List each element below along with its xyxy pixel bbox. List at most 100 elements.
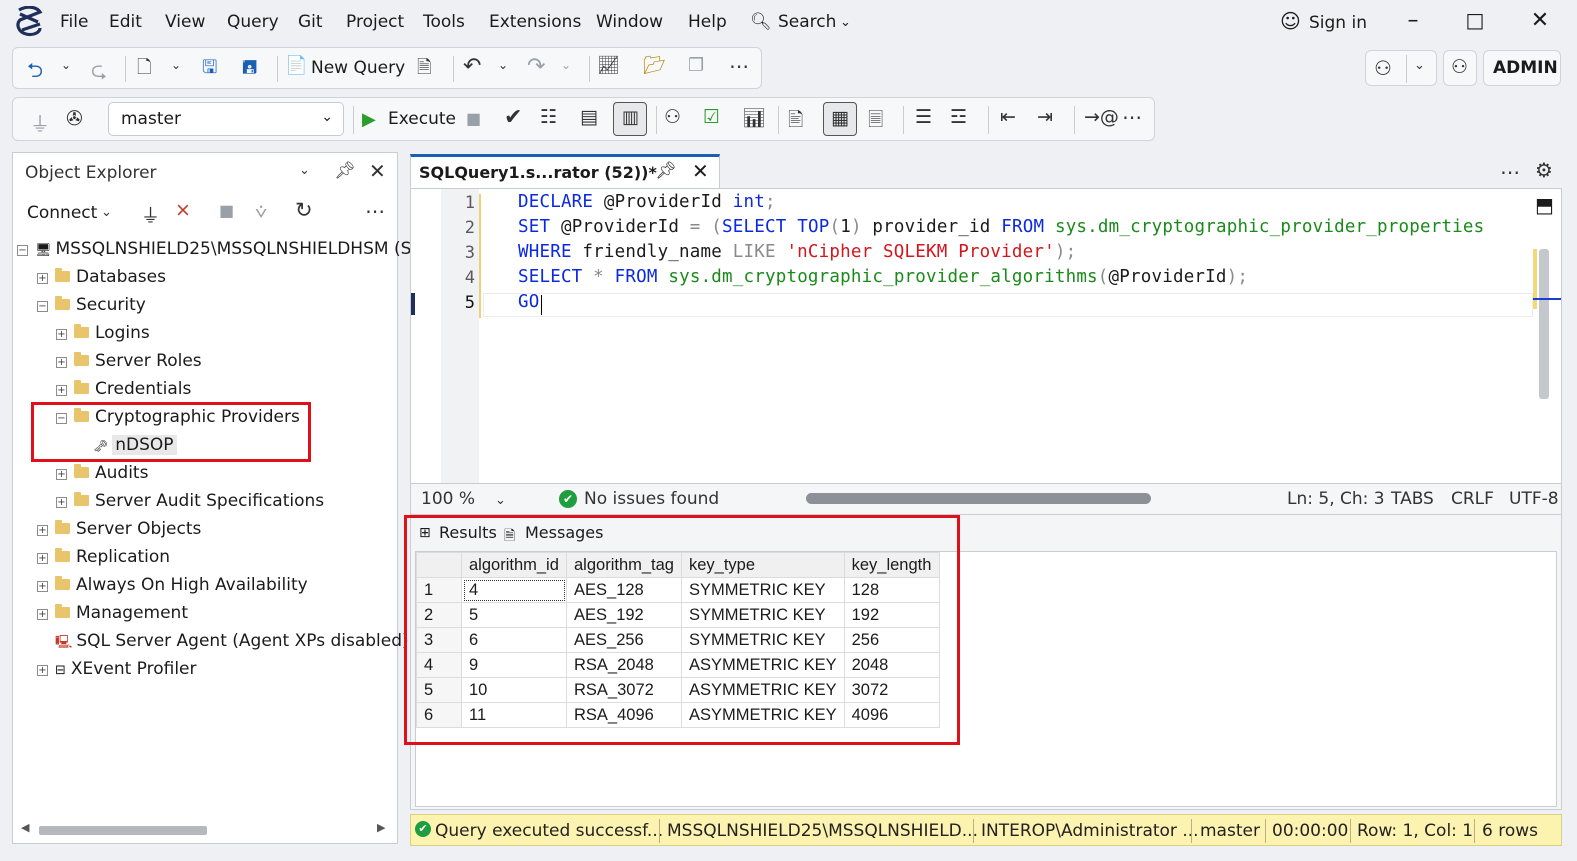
undo-icon[interactable]: ↶	[463, 54, 481, 79]
results-to-grid-toggle[interactable]: ▦	[823, 102, 857, 136]
disconnect-icon[interactable]: ⨯	[175, 199, 191, 221]
code-line-2[interactable]: SET @ProviderId = (SELECT TOP(1) provide…	[518, 217, 1528, 237]
search-label[interactable]: Search	[778, 12, 836, 32]
expand-icon[interactable]: +	[37, 273, 48, 284]
close-window-icon[interactable]: ✕	[1525, 8, 1555, 33]
search-icon[interactable]: 🔍︎	[750, 12, 772, 32]
zoom-chevron-icon[interactable]: ⌄	[495, 493, 506, 508]
menu-extensions[interactable]: Extensions	[489, 12, 581, 32]
code-line-4[interactable]: SELECT * FROM sys.dm_cryptographic_provi…	[518, 267, 1528, 287]
back-icon[interactable]: ⮌	[27, 56, 43, 90]
expand-icon[interactable]: +	[56, 469, 67, 480]
client-statistics-icon[interactable]: ☑	[703, 106, 720, 128]
toolbar2-overflow-icon[interactable]: ⋯	[1122, 105, 1142, 129]
include-live-stats-toggle[interactable]: ▥	[613, 102, 647, 136]
menu-file[interactable]: File	[60, 12, 88, 32]
tab-sqlquery1[interactable]: SQLQuery1.s...rator (52))* 📌︎ ✕	[410, 154, 720, 188]
code-line-5[interactable]: GO	[518, 292, 1528, 312]
undo-dropdown-icon[interactable]: ⌄	[498, 58, 508, 72]
expand-icon[interactable]: +	[37, 525, 48, 536]
tree-logins[interactable]: + Logins	[56, 320, 150, 348]
database-select[interactable]: master ⌄	[108, 102, 344, 136]
refresh-icon[interactable]: ↻	[295, 198, 313, 222]
connect-plug-icon[interactable]: ⏚	[141, 201, 160, 228]
cancel-query-icon[interactable]: ■	[466, 109, 481, 128]
activity-monitor-icon[interactable]: 📈︎	[597, 55, 620, 76]
tree-xevent-profiler[interactable]: + ⊟ XEvent Profiler	[37, 656, 197, 684]
tree-databases[interactable]: + Databases	[37, 264, 166, 292]
save-all-icon[interactable]: 🖪	[242, 55, 257, 85]
menu-project[interactable]: Project	[346, 12, 404, 32]
query-editor[interactable]: 1 2 3 4 5 DECLARE @ProviderId int; SET @…	[410, 188, 1562, 484]
issues-status[interactable]: No issues found	[584, 489, 719, 509]
pin-icon[interactable]: 📌︎	[655, 161, 677, 181]
zoom-level[interactable]: 100 %	[421, 489, 475, 509]
copilot-icon[interactable]: ❐	[688, 55, 704, 76]
tree-server-roles[interactable]: + Server Roles	[56, 348, 202, 376]
include-actual-plan-icon[interactable]: ⚇	[664, 106, 681, 128]
forward-icon[interactable]: ⮎	[91, 56, 107, 90]
maximize-icon[interactable]: □	[1460, 8, 1490, 32]
expand-icon[interactable]: +	[37, 581, 48, 592]
new-file-icon[interactable]: 🗋	[137, 55, 151, 85]
scroll-right-icon[interactable]: ▶	[377, 821, 385, 834]
tree-security[interactable]: − Security	[37, 292, 146, 320]
code-line-3[interactable]: WHERE friendly_name LIKE 'nCipher SQLEKM…	[518, 242, 1528, 262]
uncomment-lines-icon[interactable]: ☲	[950, 106, 967, 128]
decrease-indent-icon[interactable]: ⇤	[1000, 106, 1016, 128]
indent-mode[interactable]: TABS	[1391, 489, 1434, 509]
new-query-icon[interactable]: 📄	[285, 55, 307, 76]
query-options-icon[interactable]: ▤	[580, 106, 598, 128]
close-panel-icon[interactable]: ✕	[369, 159, 386, 183]
expand-icon[interactable]: +	[56, 497, 67, 508]
tree-sql-server-agent[interactable]: 🖳︎ SQL Server Agent (Agent XPs disabled)	[55, 628, 409, 656]
menu-git[interactable]: Git	[298, 12, 323, 32]
tab-overflow-icon[interactable]: ⋯	[1500, 160, 1520, 184]
tree-server-node[interactable]: − 🖥︎ MSSQLNSHIELD25\MSSQLNSHIELDHSM (S	[17, 236, 411, 264]
scroll-left-icon[interactable]: ◀	[21, 821, 29, 834]
specify-values-icon[interactable]: 🗏	[868, 106, 883, 138]
specify-template-params-icon[interactable]: →@	[1084, 106, 1119, 128]
account-icon[interactable]: ☺	[1280, 9, 1301, 33]
oe-overflow-icon[interactable]: ⋯	[365, 199, 385, 223]
encoding[interactable]: UTF-8	[1509, 489, 1559, 509]
vertical-scrollbar-thumb[interactable]	[1539, 249, 1549, 399]
minimize-icon[interactable]: –	[1398, 8, 1428, 33]
tree-server-objects[interactable]: + Server Objects	[37, 516, 201, 544]
find-in-files-icon[interactable]: 📂︎	[643, 55, 666, 76]
expand-icon[interactable]: +	[37, 665, 48, 676]
back-dropdown-icon[interactable]: ⌄	[61, 58, 71, 72]
search-chevron-icon[interactable]: ⌄	[840, 15, 851, 30]
results-to-file-icon[interactable]: 🖹	[788, 106, 803, 138]
connect-button[interactable]: Connect	[27, 203, 97, 223]
menu-query[interactable]: Query	[227, 12, 279, 32]
new-query-button[interactable]: New Query	[311, 58, 405, 78]
expand-icon[interactable]: +	[56, 357, 67, 368]
expand-icon[interactable]: +	[56, 385, 67, 396]
stop-icon[interactable]: ■	[219, 201, 234, 220]
connect-plug-icon[interactable]: ⏚	[30, 108, 50, 137]
redo-icon[interactable]: ↷	[527, 54, 545, 79]
panel-options-icon[interactable]: ⌄	[299, 163, 310, 178]
save-icon[interactable]: 🖫	[202, 55, 217, 85]
comment-lines-icon[interactable]: ☰	[915, 106, 932, 128]
horizontal-scrollbar-thumb[interactable]	[39, 826, 207, 835]
close-tab-icon[interactable]: ✕	[692, 159, 709, 183]
gear-icon[interactable]: ⚙	[1535, 158, 1553, 182]
tree-audits[interactable]: + Audits	[56, 460, 148, 488]
menu-help[interactable]: Help	[688, 12, 727, 32]
expand-icon[interactable]: +	[56, 329, 67, 340]
tree-management[interactable]: + Management	[37, 600, 188, 628]
tree-server-audit-specifications[interactable]: + Server Audit Specifications	[56, 488, 324, 516]
tree-replication[interactable]: + Replication	[37, 544, 170, 572]
feedback-dropdown-icon[interactable]: ⌄	[1414, 58, 1425, 73]
change-connection-icon[interactable]: ✇	[66, 106, 83, 130]
line-ending[interactable]: CRLF	[1451, 489, 1494, 509]
pin-icon[interactable]: 📌︎	[334, 161, 356, 181]
execute-button[interactable]: Execute	[388, 109, 456, 129]
display-estimated-plan-icon[interactable]: ☷	[540, 106, 557, 128]
expand-icon[interactable]: +	[37, 553, 48, 564]
tree-always-on[interactable]: + Always On High Availability	[37, 572, 308, 600]
connect-dropdown-icon[interactable]: ⌄	[101, 205, 112, 220]
execute-icon[interactable]: ▶	[362, 109, 376, 130]
